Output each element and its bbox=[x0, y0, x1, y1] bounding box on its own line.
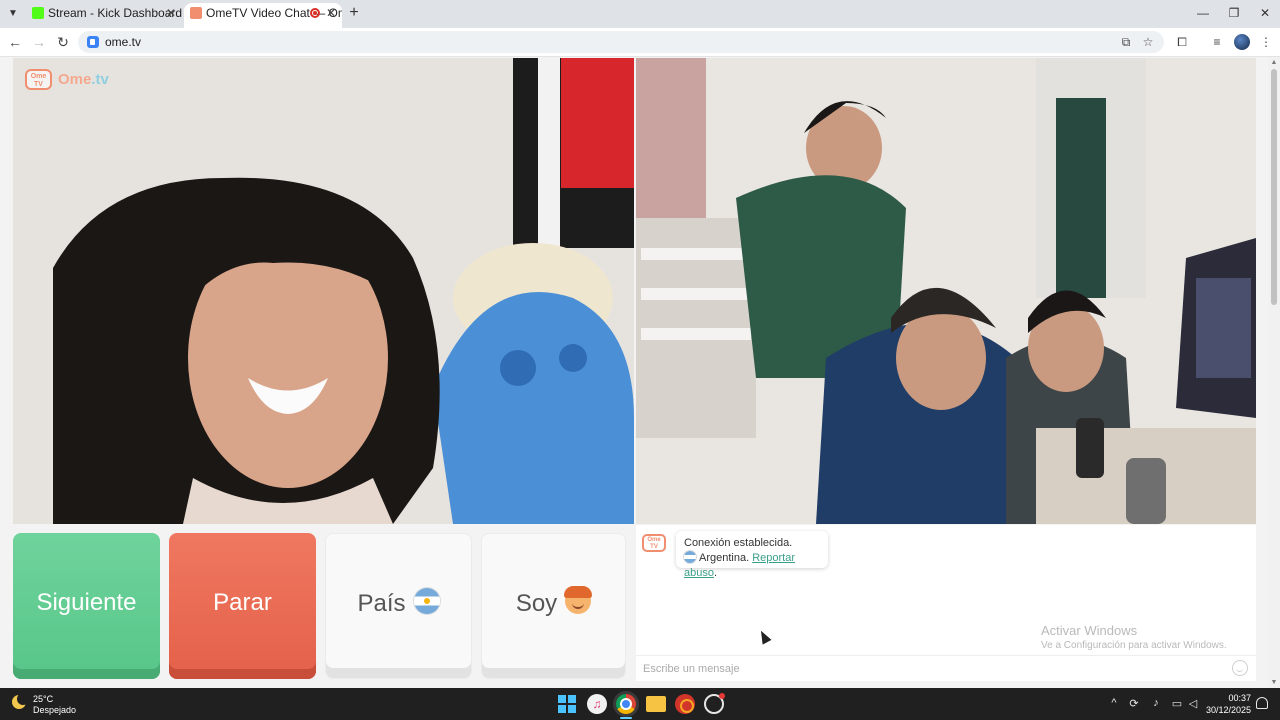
chrome-icon[interactable] bbox=[616, 694, 636, 714]
windows-taskbar: 25°C Despejado ♫ ^ ⟳ ♪ ▭ ◁ 00:37 30/12/2… bbox=[0, 688, 1280, 720]
scroll-up-arrow-icon[interactable]: ▲ bbox=[1269, 59, 1279, 66]
itunes-icon[interactable]: ♫ bbox=[587, 694, 607, 714]
logo-word: Ome bbox=[58, 71, 92, 88]
profile-avatar[interactable] bbox=[1234, 34, 1250, 50]
recording-icon bbox=[310, 8, 320, 18]
remote-video-image bbox=[636, 58, 1256, 524]
camera-permission-icon[interactable] bbox=[87, 36, 99, 48]
message-placeholder: Escribe un mensaje bbox=[643, 663, 740, 675]
windows-start-icon[interactable] bbox=[557, 694, 577, 714]
volume-icon[interactable]: ◁ bbox=[1186, 697, 1200, 710]
menu-kebab-icon[interactable]: ⋮ bbox=[1258, 34, 1274, 50]
partner-country: Argentina. bbox=[699, 552, 750, 564]
page-scrollbar[interactable]: ▲ ▼ bbox=[1268, 57, 1280, 688]
minimize-button[interactable]: — bbox=[1188, 4, 1218, 22]
obs-icon[interactable] bbox=[675, 694, 695, 714]
watermark-title: Activar Windows bbox=[1041, 623, 1138, 638]
gender-button-label: Soy bbox=[515, 590, 558, 617]
clock-time[interactable]: 00:37 bbox=[1225, 693, 1251, 703]
tab-ometv[interactable]: OmeTV Video Chat — Ome ✕ bbox=[184, 3, 342, 28]
moon-weather-icon[interactable] bbox=[12, 693, 29, 709]
address-bar[interactable]: ome.tv ⧉ ☆ bbox=[78, 31, 1164, 53]
kick-icon bbox=[32, 7, 44, 19]
system-message: Conexión establecida. Argentina. Reporta… bbox=[676, 531, 828, 579]
next-button-label: Siguiente bbox=[36, 589, 137, 616]
message-input[interactable]: Escribe un mensaje bbox=[636, 655, 1256, 681]
report-link-period: . bbox=[713, 567, 718, 579]
forward-button[interactable]: → bbox=[30, 33, 48, 51]
back-button[interactable]: ← bbox=[6, 33, 24, 51]
connection-status: Conexión establecida. bbox=[684, 537, 793, 549]
reload-button[interactable]: ↻ bbox=[54, 33, 72, 51]
file-explorer-icon[interactable] bbox=[646, 696, 666, 712]
close-tab-icon[interactable]: ✕ bbox=[326, 3, 336, 24]
ometv-bot-icon: Ome TV bbox=[642, 534, 666, 552]
tray-chevron-up-icon[interactable]: ^ bbox=[1107, 697, 1121, 709]
network-icon[interactable]: ▭ bbox=[1170, 697, 1184, 710]
weather-description[interactable]: Despejado bbox=[33, 705, 76, 715]
weather-temperature[interactable]: 25°C bbox=[33, 694, 53, 704]
local-video-feed: Ome TV Ome.tv bbox=[13, 58, 634, 524]
tab-kick-dashboard[interactable]: Stream - Kick Dashboard ✕ bbox=[26, 3, 182, 28]
scroll-down-arrow-icon[interactable]: ▼ bbox=[1269, 679, 1279, 686]
local-video-image bbox=[13, 58, 634, 524]
ometv-logo-icon: Ome TV bbox=[25, 69, 52, 90]
extensions-icon[interactable]: ⧠ bbox=[1174, 34, 1190, 50]
gender-button[interactable]: Soy bbox=[481, 533, 626, 679]
tab-search-chevron-icon[interactable]: ▼ bbox=[4, 5, 22, 23]
ometv-icon bbox=[190, 7, 202, 19]
watermark-subtitle: Ve a Configuración para activar Windows. bbox=[1041, 640, 1227, 651]
cast-icon[interactable]: ⧉ bbox=[1119, 35, 1133, 49]
boy-emoji-icon bbox=[564, 586, 593, 614]
close-window-button[interactable]: ✕ bbox=[1250, 4, 1280, 22]
stop-button[interactable]: Parar bbox=[169, 533, 316, 679]
logo-suffix: .tv bbox=[91, 71, 109, 88]
browser-tab-bar: ▼ Stream - Kick Dashboard ✕ OmeTV Video … bbox=[0, 0, 1280, 28]
chat-panel: Ome TV Conexión establecida. Argentina. … bbox=[636, 525, 1256, 681]
close-tab-icon[interactable]: ✕ bbox=[166, 3, 176, 24]
sync-icon[interactable]: ⟳ bbox=[1127, 697, 1141, 710]
emoji-smile-icon[interactable] bbox=[1232, 660, 1248, 676]
media-controls-icon[interactable]: ≡ bbox=[1209, 34, 1225, 50]
ometv-logo-text: Ome.tv bbox=[58, 71, 109, 88]
tab-label: Stream - Kick Dashboard bbox=[48, 6, 182, 20]
notification-bell-icon[interactable] bbox=[1256, 697, 1268, 709]
remote-video-feed bbox=[636, 58, 1256, 524]
argentina-flag-icon bbox=[684, 551, 696, 563]
microphone-icon[interactable]: ♪ bbox=[1149, 697, 1163, 709]
argentina-flag-icon bbox=[413, 588, 440, 614]
new-tab-button[interactable]: + bbox=[346, 5, 362, 21]
tab-label: OmeTV Video Chat — Ome bbox=[206, 6, 342, 20]
browser-toolbar: ← → ↻ ome.tv ⧉ ☆ ⧠ ≡ ⋮ bbox=[0, 28, 1280, 57]
windows-activation-watermark: Activar Windows Ve a Configuración para … bbox=[1041, 623, 1227, 651]
active-app-indicator bbox=[620, 717, 632, 719]
bookmark-star-icon[interactable]: ☆ bbox=[1141, 35, 1155, 49]
stop-button-label: Parar bbox=[213, 589, 272, 616]
scrollbar-thumb[interactable] bbox=[1271, 69, 1277, 305]
partner-country-line: Argentina. Reportar abuso. bbox=[684, 551, 820, 581]
restore-button[interactable]: ❐ bbox=[1219, 4, 1249, 22]
ometv-page: Ome TV Ome.tv Siguiente Parar País Soy O… bbox=[0, 57, 1280, 688]
next-button[interactable]: Siguiente bbox=[13, 533, 160, 679]
country-button-label: País bbox=[357, 590, 406, 617]
clock-date[interactable]: 30/12/2025 bbox=[1205, 705, 1251, 715]
app-with-badge-icon[interactable] bbox=[704, 693, 725, 714]
country-button[interactable]: País bbox=[325, 533, 472, 679]
url-text: ome.tv bbox=[105, 35, 142, 49]
